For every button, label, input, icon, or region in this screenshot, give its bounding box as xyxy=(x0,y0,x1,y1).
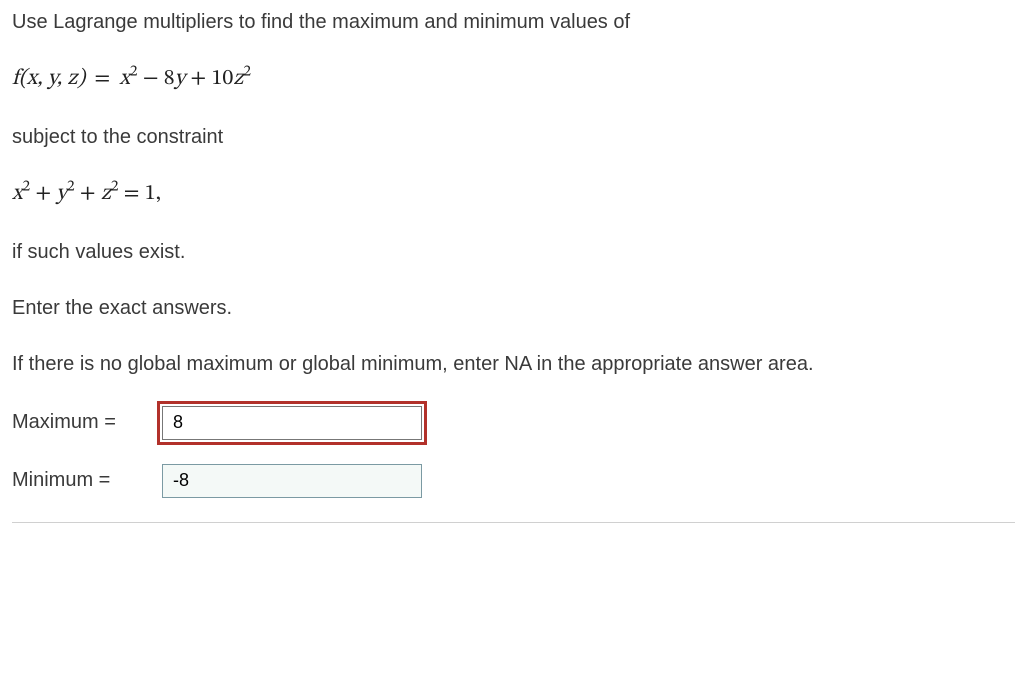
func-rhs: x2 − 8y + 10z2 xyxy=(119,68,251,90)
maximum-row: Maximum = xyxy=(12,406,1015,440)
if-values-exist: if such values exist. xyxy=(12,238,1015,266)
minimum-label: Minimum = xyxy=(12,469,162,492)
func-lhs: f(x, y, z) xyxy=(12,68,85,90)
subject-to: subject to the constraint xyxy=(12,123,1015,151)
maximum-input[interactable] xyxy=(162,406,422,440)
na-note: If there is no global maximum or global … xyxy=(12,350,1015,378)
minimum-input[interactable] xyxy=(162,464,422,498)
function-equation: f(x, y, z) = x2 − 8y + 10z2 xyxy=(12,64,1015,95)
equals-sign: = xyxy=(94,68,110,90)
maximum-label: Maximum = xyxy=(12,411,162,434)
minimum-row: Minimum = xyxy=(12,464,1015,498)
problem-intro: Use Lagrange multipliers to find the max… xyxy=(12,8,1015,36)
enter-exact: Enter the exact answers. xyxy=(12,294,1015,322)
constraint-equation: x2 + y2 + z2 = 1, xyxy=(12,179,1015,210)
divider xyxy=(12,522,1015,523)
